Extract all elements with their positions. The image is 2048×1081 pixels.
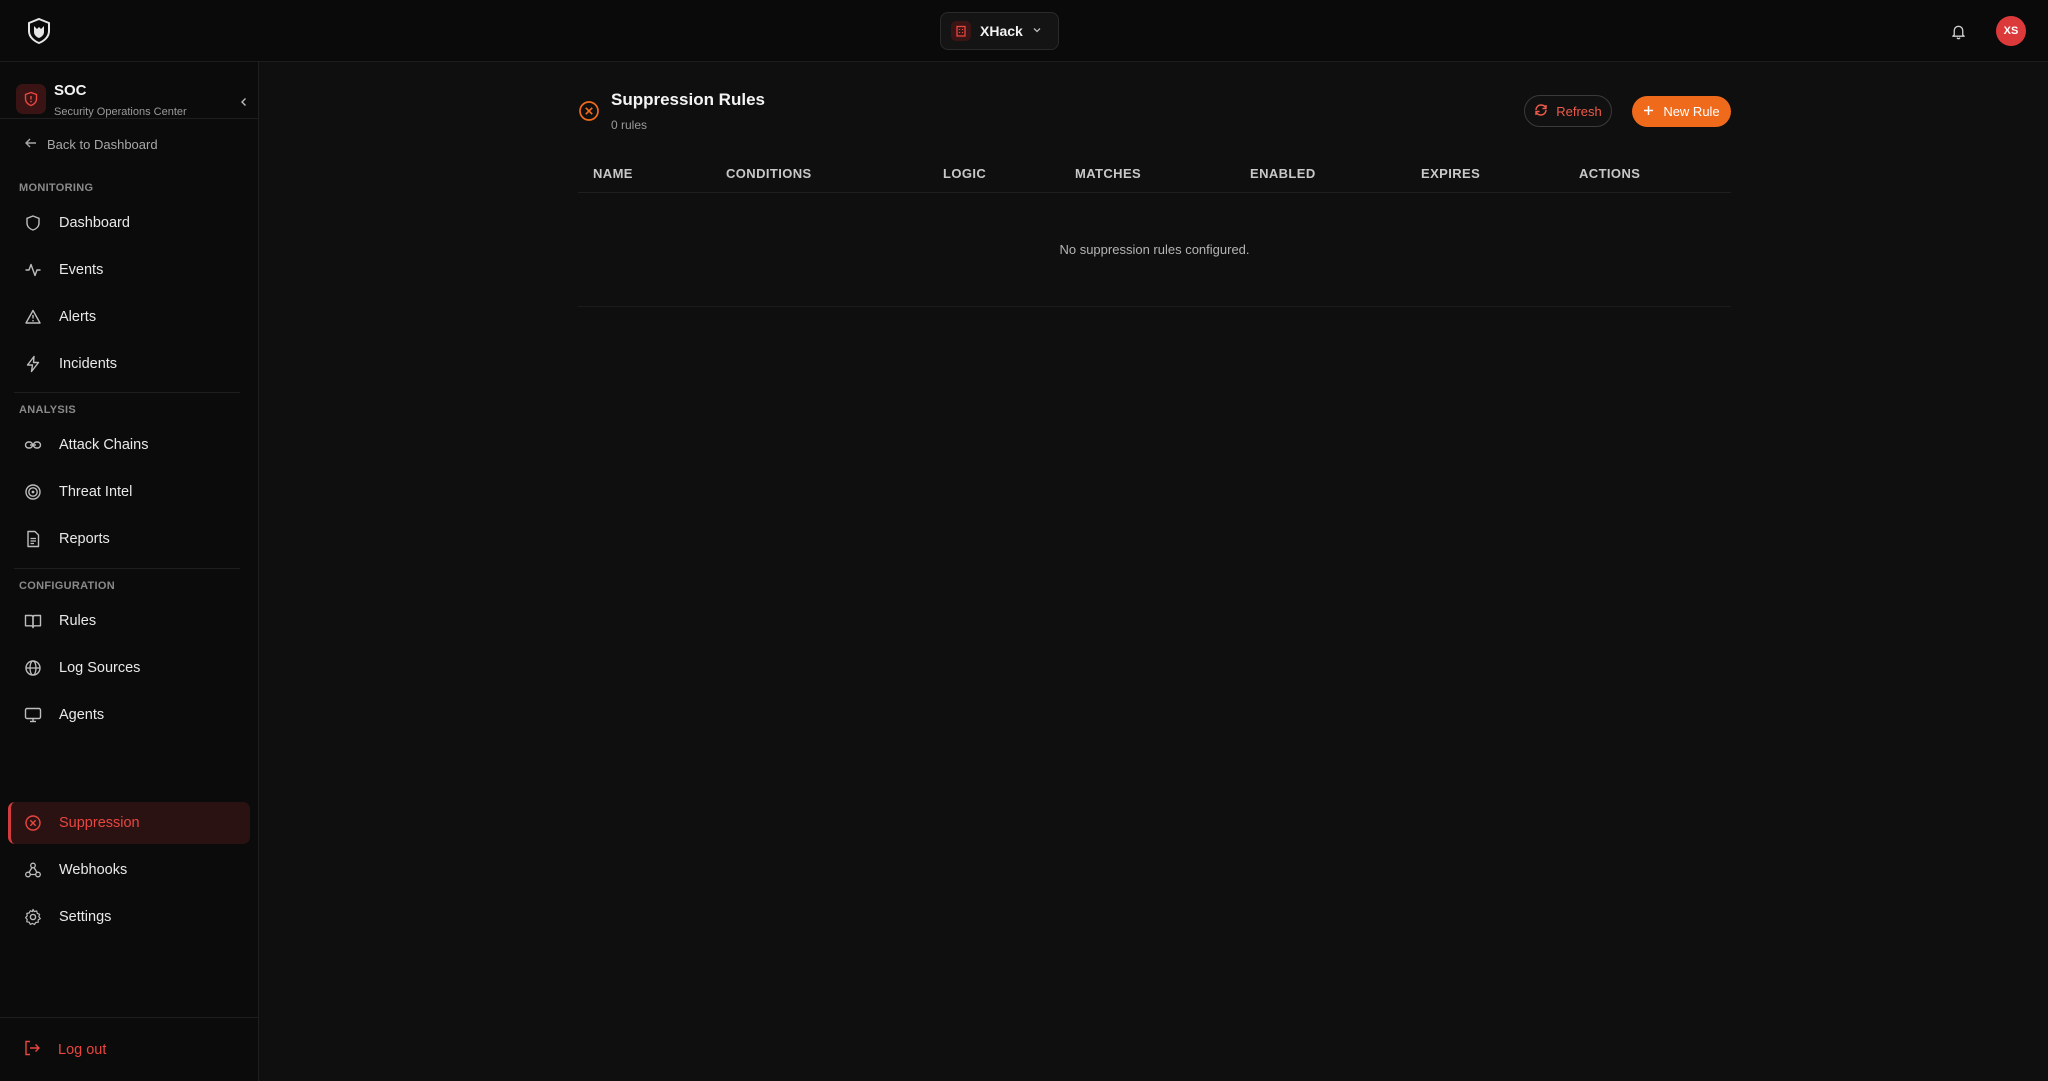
divider bbox=[14, 568, 240, 569]
sidebar-brand: SOC Security Operations Center bbox=[14, 72, 254, 122]
sidebar-item-label: Incidents bbox=[59, 356, 118, 372]
table-bottom-border bbox=[578, 306, 1731, 307]
lightning-icon bbox=[23, 354, 43, 374]
sidebar-item-label: Log Sources bbox=[59, 660, 141, 676]
column-header-enabled[interactable]: ENABLED bbox=[1250, 166, 1316, 181]
section-label-monitoring: MONITORING bbox=[19, 182, 94, 194]
building-icon bbox=[951, 21, 971, 41]
x-circle-icon bbox=[23, 813, 43, 833]
app-logo-icon[interactable] bbox=[24, 16, 54, 46]
page-title: Suppression Rules bbox=[611, 90, 765, 109]
sidebar-item-incidents[interactable]: Incidents bbox=[8, 343, 250, 385]
link-icon bbox=[23, 435, 43, 455]
plus-icon bbox=[1643, 104, 1654, 119]
new-rule-label: New Rule bbox=[1663, 104, 1720, 119]
gear-icon bbox=[23, 907, 43, 927]
collapse-sidebar-chevron-left-icon[interactable] bbox=[234, 92, 254, 112]
suppression-x-circle-icon bbox=[578, 100, 600, 122]
column-header-conditions[interactable]: CONDITIONS bbox=[726, 166, 812, 181]
back-to-dashboard-link[interactable]: Back to Dashboard bbox=[24, 136, 158, 153]
webhook-icon bbox=[23, 860, 43, 880]
sidebar-item-label: Alerts bbox=[59, 309, 97, 325]
user-avatar[interactable]: XS bbox=[1996, 16, 2026, 46]
brand-title: SOC bbox=[54, 82, 87, 99]
sidebar-item-threat-intel[interactable]: Threat Intel bbox=[8, 471, 250, 513]
sidebar-item-agents[interactable]: Agents bbox=[8, 694, 250, 736]
divider bbox=[14, 392, 240, 393]
sidebar-item-label: Dashboard bbox=[59, 215, 130, 231]
shield-icon bbox=[23, 213, 43, 233]
sidebar-item-label: Agents bbox=[59, 707, 105, 723]
new-rule-button[interactable]: New Rule bbox=[1632, 96, 1731, 127]
sidebar-item-label: Webhooks bbox=[59, 862, 128, 878]
sidebar-item-settings[interactable]: Settings bbox=[8, 896, 250, 938]
logout-button[interactable]: Log out bbox=[23, 1039, 106, 1061]
sidebar-item-suppression[interactable]: Suppression bbox=[8, 802, 250, 844]
book-icon bbox=[23, 611, 43, 631]
refresh-icon bbox=[1534, 103, 1548, 120]
section-label-configuration: CONFIGURATION bbox=[19, 580, 115, 592]
column-header-expires[interactable]: EXPIRES bbox=[1421, 166, 1480, 181]
refresh-label: Refresh bbox=[1556, 103, 1602, 119]
chevron-down-icon bbox=[1032, 22, 1042, 40]
target-icon bbox=[23, 482, 43, 502]
divider bbox=[0, 118, 259, 119]
column-header-logic[interactable]: LOGIC bbox=[943, 166, 986, 181]
sidebar-item-log-sources[interactable]: Log Sources bbox=[8, 647, 250, 689]
logout-label: Log out bbox=[58, 1042, 107, 1058]
sidebar-item-label: Attack Chains bbox=[59, 437, 149, 453]
arrow-left-icon bbox=[24, 136, 38, 153]
sidebar-item-attack-chains[interactable]: Attack Chains bbox=[8, 424, 250, 466]
sidebar-item-label: Events bbox=[59, 262, 104, 278]
warning-triangle-icon bbox=[23, 307, 43, 327]
logout-icon bbox=[23, 1039, 41, 1061]
monitor-icon bbox=[23, 705, 43, 725]
empty-state-message: No suppression rules configured. bbox=[1059, 242, 1250, 257]
refresh-button[interactable]: Refresh bbox=[1524, 95, 1612, 127]
sidebar-item-label: Settings bbox=[59, 909, 112, 925]
section-label-analysis: ANALYSIS bbox=[19, 404, 77, 416]
sidebar: SOC Security Operations Center Back to D… bbox=[0, 62, 259, 1081]
document-icon bbox=[23, 529, 43, 549]
column-header-matches[interactable]: MATCHES bbox=[1075, 166, 1141, 181]
column-header-name[interactable]: NAME bbox=[593, 166, 633, 181]
shield-alert-icon bbox=[16, 84, 46, 114]
sidebar-item-label: Reports bbox=[59, 531, 110, 547]
sidebar-item-webhooks[interactable]: Webhooks bbox=[8, 849, 250, 891]
sidebar-item-dashboard[interactable]: Dashboard bbox=[8, 202, 250, 244]
notifications-bell-icon[interactable] bbox=[1947, 20, 1969, 42]
org-name: XHack bbox=[980, 23, 1023, 39]
activity-icon bbox=[23, 260, 43, 280]
sidebar-item-label: Threat Intel bbox=[59, 484, 133, 500]
sidebar-item-alerts[interactable]: Alerts bbox=[8, 296, 250, 338]
org-switcher[interactable]: XHack bbox=[940, 12, 1059, 50]
rule-count: 0 rules bbox=[611, 118, 648, 132]
sidebar-item-rules[interactable]: Rules bbox=[8, 600, 250, 642]
sidebar-item-label: Suppression bbox=[59, 815, 140, 831]
sidebar-item-events[interactable]: Events bbox=[8, 249, 250, 291]
divider bbox=[0, 1017, 259, 1018]
sidebar-item-reports[interactable]: Reports bbox=[8, 518, 250, 560]
column-header-actions: ACTIONS bbox=[1579, 166, 1641, 181]
globe-icon bbox=[23, 658, 43, 678]
top-bar: XHack XS bbox=[0, 0, 2048, 62]
back-to-dashboard-label: Back to Dashboard bbox=[47, 137, 158, 152]
table-header: NAME CONDITIONS LOGIC MATCHES ENABLED EX… bbox=[578, 162, 1731, 193]
sidebar-item-label: Rules bbox=[59, 613, 97, 629]
brand-subtitle: Security Operations Center bbox=[54, 106, 187, 118]
